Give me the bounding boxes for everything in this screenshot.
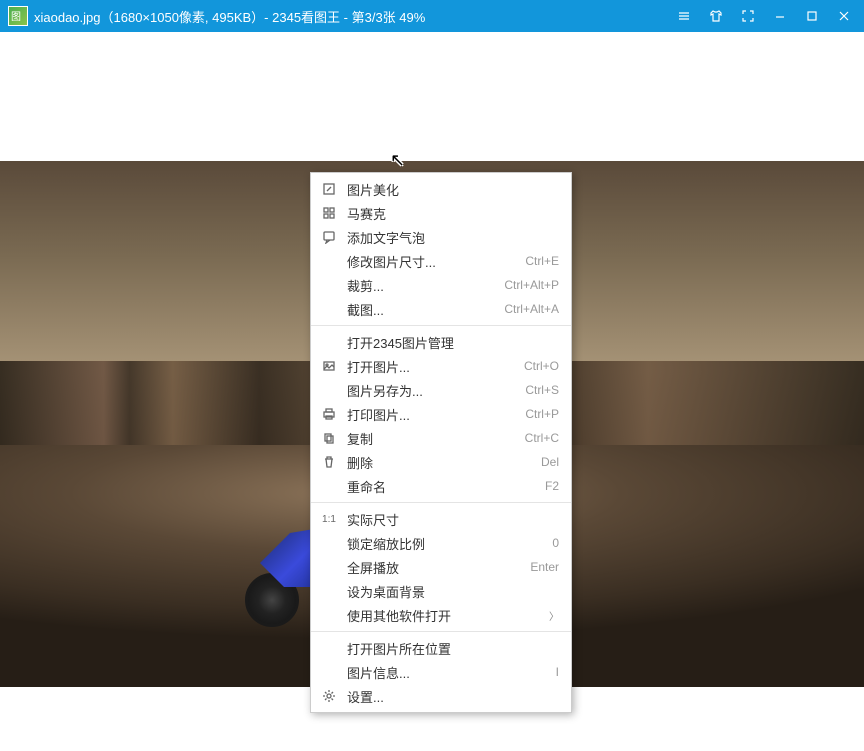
menu-resize[interactable]: 修改图片尺寸...Ctrl+E — [311, 249, 571, 273]
maximize-button[interactable] — [796, 0, 828, 32]
menu-button[interactable] — [668, 0, 700, 32]
menu-copy[interactable]: 复制Ctrl+C — [311, 426, 571, 450]
menu-delete[interactable]: 删除Del — [311, 450, 571, 474]
print-icon — [319, 407, 339, 421]
close-button[interactable] — [828, 0, 860, 32]
actual-size-icon: 1:1 — [319, 514, 339, 525]
menu-screenshot[interactable]: 截图...Ctrl+Alt+A — [311, 297, 571, 321]
image-icon — [319, 359, 339, 373]
menu-lock-zoom[interactable]: 锁定缩放比例0 — [311, 531, 571, 555]
text-bubble-icon — [319, 230, 339, 244]
app-icon — [8, 6, 28, 26]
menu-image-info[interactable]: 图片信息...I — [311, 660, 571, 684]
menu-save-as[interactable]: 图片另存为...Ctrl+S — [311, 378, 571, 402]
minimize-button[interactable] — [764, 0, 796, 32]
fullscreen-button[interactable] — [732, 0, 764, 32]
chevron-right-icon: 〉 — [549, 608, 559, 623]
menu-print[interactable]: 打印图片...Ctrl+P — [311, 402, 571, 426]
menu-separator — [311, 631, 571, 632]
menu-open-with[interactable]: 使用其他软件打开〉 — [311, 603, 571, 627]
menu-mosaic[interactable]: 马赛克 — [311, 201, 571, 225]
menu-fullscreen[interactable]: 全屏播放Enter — [311, 555, 571, 579]
trash-icon — [319, 455, 339, 469]
menu-open-manager[interactable]: 打开2345图片管理 — [311, 330, 571, 354]
app-window: xiaodao.jpg（1680×1050像素, 495KB）- 2345看图王… — [0, 0, 864, 751]
menu-wallpaper[interactable]: 设为桌面背景 — [311, 579, 571, 603]
titlebar: xiaodao.jpg（1680×1050像素, 495KB）- 2345看图王… — [0, 0, 864, 32]
menu-settings[interactable]: 设置... — [311, 684, 571, 708]
skin-button[interactable] — [700, 0, 732, 32]
menu-open-location[interactable]: 打开图片所在位置 — [311, 636, 571, 660]
menu-rename[interactable]: 重命名F2 — [311, 474, 571, 498]
edit-icon — [319, 182, 339, 196]
menu-open-image[interactable]: 打开图片...Ctrl+O — [311, 354, 571, 378]
menu-separator — [311, 502, 571, 503]
menu-beautify[interactable]: 图片美化 — [311, 177, 571, 201]
cursor-icon: ↖ — [390, 150, 405, 171]
gear-icon — [319, 689, 339, 703]
copy-icon — [319, 431, 339, 445]
menu-actual-size[interactable]: 1:1实际尺寸 — [311, 507, 571, 531]
mosaic-icon — [319, 206, 339, 220]
menu-text-bubble[interactable]: 添加文字气泡 — [311, 225, 571, 249]
context-menu: 图片美化 马赛克 添加文字气泡 修改图片尺寸...Ctrl+E 裁剪...Ctr… — [310, 172, 572, 713]
window-title: xiaodao.jpg（1680×1050像素, 495KB）- 2345看图王… — [34, 7, 668, 26]
menu-crop[interactable]: 裁剪...Ctrl+Alt+P — [311, 273, 571, 297]
menu-separator — [311, 325, 571, 326]
title-controls — [668, 0, 860, 32]
